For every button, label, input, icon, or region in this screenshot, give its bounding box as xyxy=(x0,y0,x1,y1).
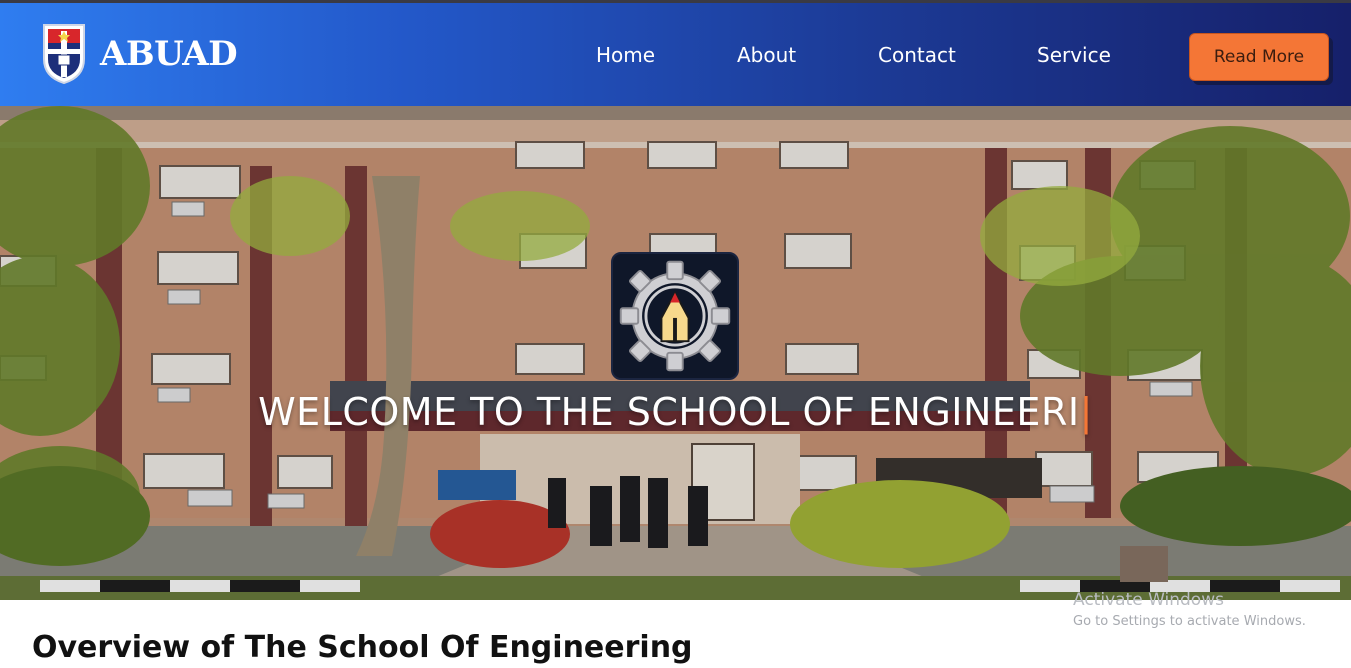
nav-service[interactable]: Service xyxy=(1037,43,1111,67)
main-nav: Home About Contact Service xyxy=(0,43,1351,73)
hero-heading: WELCOME TO THE SCHOOL OF ENGINEERI| xyxy=(0,390,1351,434)
hero-heading-text: WELCOME TO THE SCHOOL OF ENGINEERI xyxy=(258,390,1080,434)
hero-banner: WELCOME TO THE SCHOOL OF ENGINEERI| xyxy=(0,106,1351,600)
overview-heading: Overview of The School Of Engineering xyxy=(32,630,693,665)
activate-windows-watermark: Activate Windows Go to Settings to activ… xyxy=(1073,590,1306,629)
nav-contact[interactable]: Contact xyxy=(878,43,956,67)
watermark-line-2: Go to Settings to activate Windows. xyxy=(1073,614,1306,629)
nav-home[interactable]: Home xyxy=(596,43,655,67)
watermark-line-1: Activate Windows xyxy=(1073,590,1224,610)
top-navbar: ABUAD Home About Contact Service Read Mo… xyxy=(0,0,1351,106)
typing-cursor: | xyxy=(1079,390,1093,434)
engineering-gear-pencil-icon xyxy=(611,252,739,380)
read-more-button[interactable]: Read More xyxy=(1189,33,1329,81)
nav-about[interactable]: About xyxy=(737,43,796,67)
